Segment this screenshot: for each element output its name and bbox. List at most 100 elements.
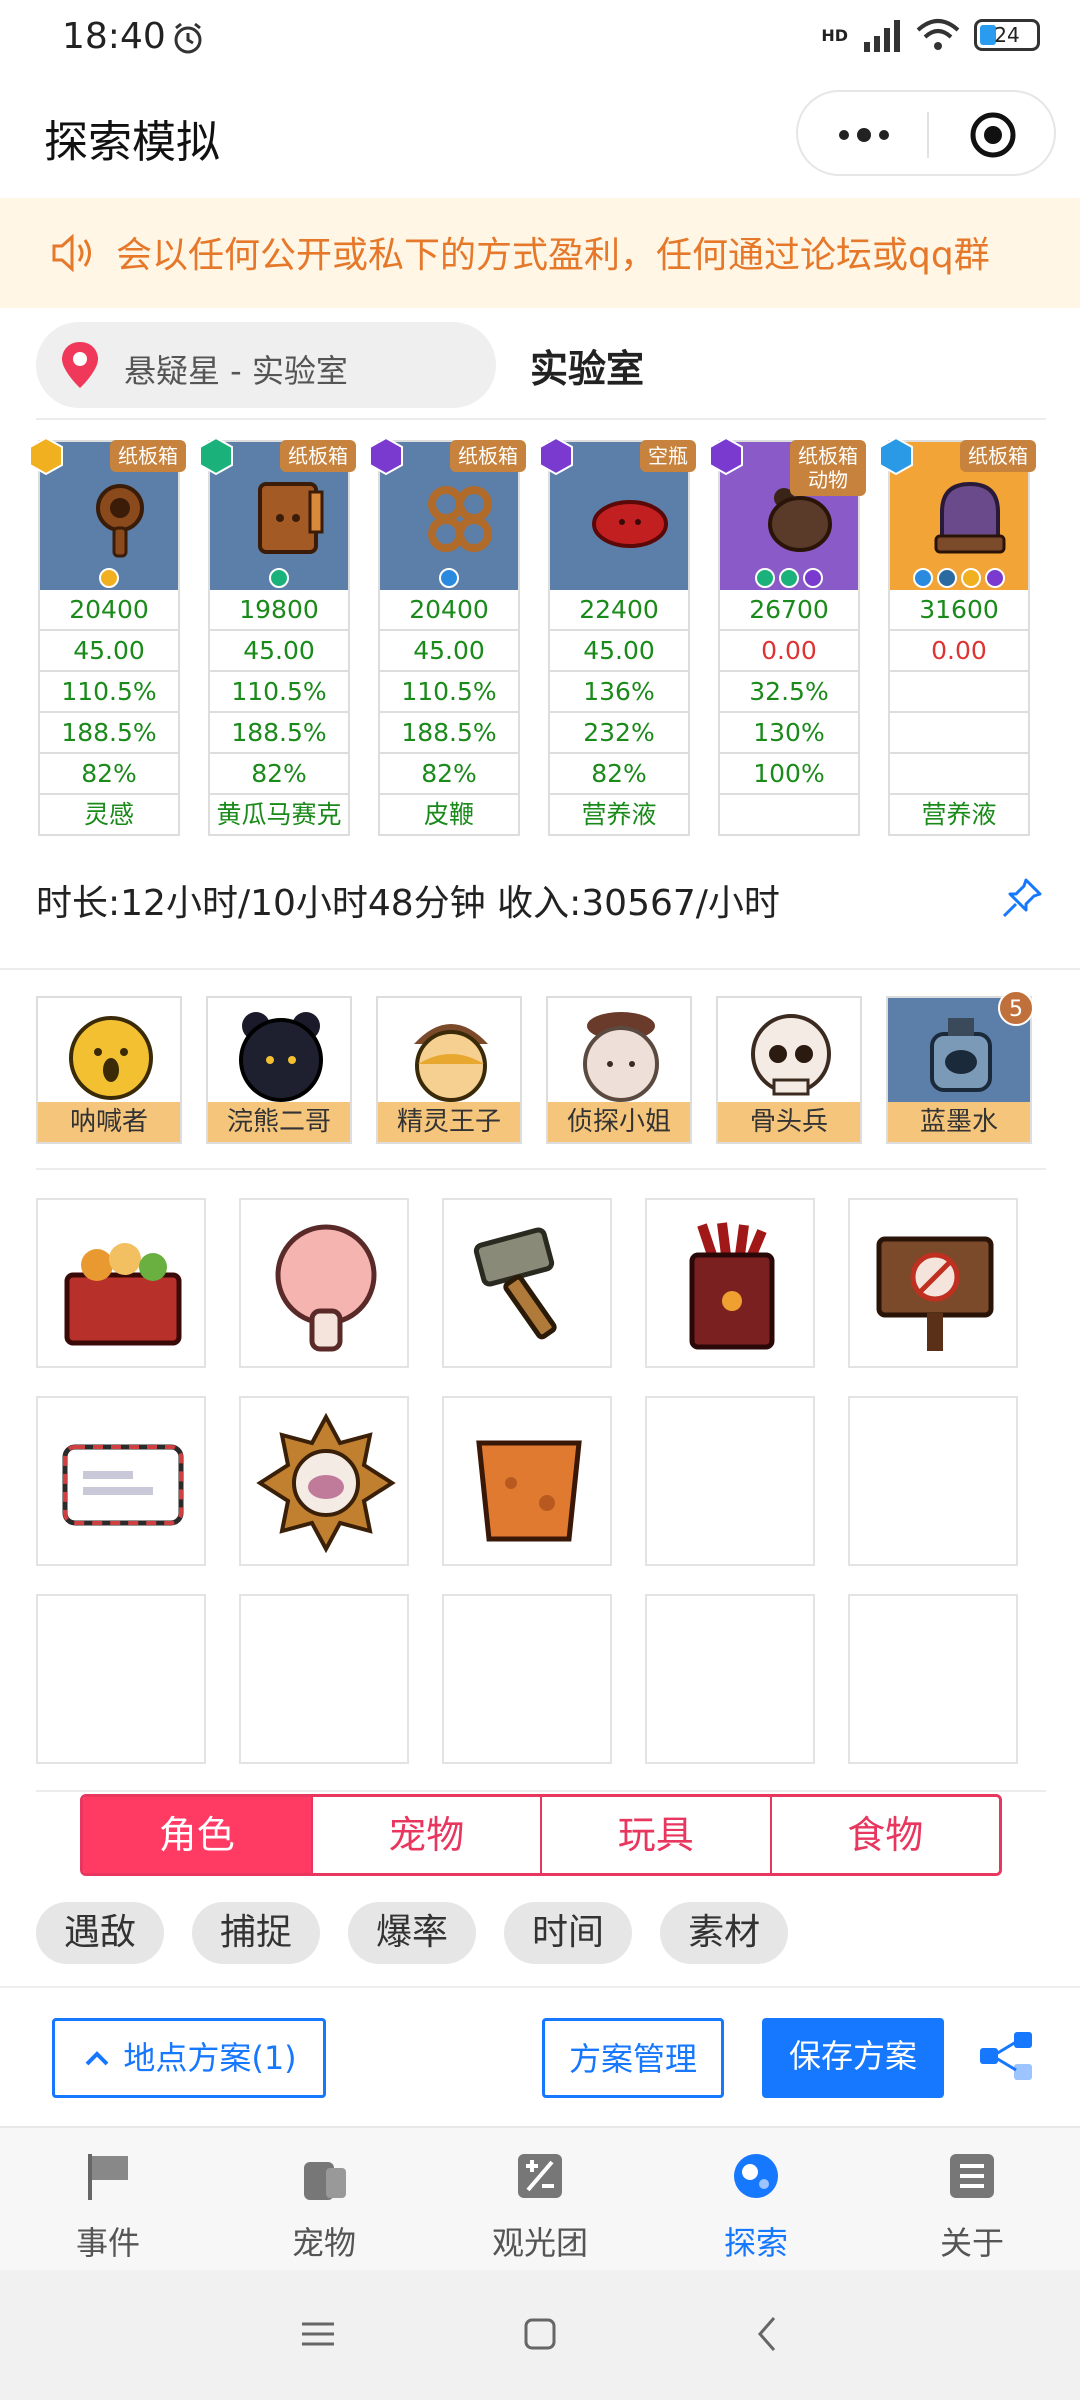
item-slot-empty[interactable] [645, 1396, 815, 1566]
tabbar-item-explore[interactable]: 探索 [648, 2128, 864, 2270]
mushroom-icon [275, 1224, 377, 1352]
item-slot-empty[interactable] [645, 1594, 815, 1764]
paw-box-icon [689, 1222, 775, 1350]
item-slot-empty[interactable] [36, 1594, 206, 1764]
screamer-avatar-icon [69, 1016, 153, 1100]
tab-toys[interactable]: 玩具 [542, 1797, 772, 1873]
character-slot[interactable]: 浣熊二哥 [206, 996, 352, 1144]
card-value: 136% [548, 672, 690, 713]
location-selector[interactable]: 悬疑星 - 实验室 [36, 322, 496, 408]
character-slot[interactable]: 精灵王子 [376, 996, 522, 1144]
character-name: 骨头兵 [718, 1102, 860, 1142]
item-slot[interactable] [442, 1198, 612, 1368]
item-slot[interactable] [848, 1198, 1018, 1368]
card-value: 0.00 [718, 631, 860, 672]
purple-rank-icon [709, 436, 743, 476]
chevron-up-icon [85, 2051, 109, 2066]
tabbar-label: 事件 [75, 2224, 140, 2262]
explore-icon [734, 2154, 778, 2198]
character-list: 呐喊者 浣熊二哥 精灵王子 侦探小姐 骨头兵 蓝墨水 5 [36, 990, 1046, 1144]
item-slot[interactable] [442, 1396, 612, 1566]
tab-pets[interactable]: 宠物 [312, 1797, 542, 1873]
item-slot-empty[interactable] [848, 1396, 1018, 1566]
character-name: 浣熊二哥 [208, 1102, 350, 1142]
home-icon[interactable] [520, 2314, 560, 2354]
green-rank-icon [199, 436, 233, 476]
tab-food[interactable]: 食物 [771, 1797, 999, 1873]
status-right: HD 24 [821, 18, 1040, 52]
card-value: 188.5% [38, 713, 180, 754]
card-value [888, 713, 1030, 754]
share-icon[interactable] [978, 2028, 1034, 2084]
character-slot[interactable]: 蓝墨水 5 [886, 990, 1034, 1144]
character-slot[interactable]: 侦探小姐 [546, 996, 692, 1144]
dome-jar-icon [934, 481, 1006, 554]
item-slot[interactable] [36, 1198, 206, 1368]
bottom-tabbar: 事件 宠物 观光团 探索 关于 [0, 2126, 1080, 2270]
tabbar-item-pets[interactable]: 宠物 [216, 2128, 432, 2270]
blue-rank-icon [879, 436, 913, 476]
hammer-sword-icon [473, 1227, 557, 1340]
location-label: 悬疑星 - 实验室 [124, 352, 348, 390]
item-slot[interactable] [239, 1396, 409, 1566]
card-value: 45.00 [208, 631, 350, 672]
system-navigation-bar [0, 2270, 1080, 2400]
tab-characters[interactable]: 角色 [83, 1797, 313, 1873]
purple-rank-icon [539, 436, 573, 476]
divider [0, 968, 1080, 970]
item-slot-empty[interactable] [239, 1594, 409, 1764]
battery-level: 24 [994, 23, 1020, 47]
tabbar-item-tour[interactable]: 观光团 [432, 2128, 648, 2270]
card-item-name: 灵感 [38, 795, 180, 836]
item-slot[interactable] [645, 1198, 815, 1368]
no-sign-board-icon [876, 1236, 994, 1351]
card-value: 20400 [378, 590, 520, 631]
character-slot[interactable]: 呐喊者 [36, 996, 182, 1144]
chip-material[interactable]: 素材 [660, 1902, 789, 1964]
card-value: 20400 [38, 590, 180, 631]
alarm-icon [174, 22, 202, 54]
close-miniprogram-icon[interactable] [968, 110, 1018, 160]
network-label: HD [821, 25, 848, 45]
chip-encounter[interactable]: 遇敌 [36, 1902, 165, 1964]
divider [36, 418, 1046, 420]
divider [36, 1168, 1046, 1170]
character-slot[interactable]: 骨头兵 [716, 996, 862, 1144]
purple-rank-icon [369, 436, 403, 476]
save-plan-button[interactable]: 保存方案 [762, 2018, 944, 2098]
card-value: 82% [38, 754, 180, 795]
chip-drop-rate[interactable]: 爆率 [348, 1902, 477, 1964]
location-plan-button[interactable]: 地点方案(1) [52, 2018, 326, 2098]
page-title: 探索模拟 [44, 117, 220, 168]
character-name: 侦探小姐 [548, 1102, 690, 1142]
item-slot-empty[interactable] [442, 1594, 612, 1764]
flag-icon [88, 2154, 128, 2200]
tabbar-item-about[interactable]: 关于 [864, 2128, 1080, 2270]
card-value: 32.5% [718, 672, 860, 713]
menu-icon[interactable] [298, 2314, 338, 2354]
card-value: 45.00 [548, 631, 690, 672]
card-value: 19800 [208, 590, 350, 631]
card-tag: 纸板箱 [450, 440, 526, 472]
item-slot[interactable] [36, 1396, 206, 1566]
tabbar-label: 宠物 [291, 2224, 356, 2262]
item-slot[interactable] [239, 1198, 409, 1368]
pin-icon[interactable] [1000, 876, 1044, 920]
plan-manage-button[interactable]: 方案管理 [542, 2018, 724, 2098]
card-tag: 纸板箱 [110, 440, 186, 472]
battery-indicator: 24 [974, 19, 1040, 51]
card-value: 45.00 [378, 631, 520, 672]
card-value: 45.00 [38, 631, 180, 672]
tabbar-item-events[interactable]: 事件 [0, 2128, 216, 2270]
chip-capture[interactable]: 捕捉 [192, 1902, 321, 1964]
item-slot-empty[interactable] [848, 1594, 1018, 1764]
card-tag: 纸板箱 [960, 440, 1036, 472]
card-value: 188.5% [208, 713, 350, 754]
magnifier-icon [96, 484, 144, 558]
location-title: 实验室 [530, 347, 645, 391]
notice-bar: 会以任何公开或私下的方式盈利，任何通过论坛或qq群 [0, 198, 1080, 308]
wifi-icon [916, 19, 960, 50]
chip-time[interactable]: 时间 [504, 1902, 633, 1964]
more-icon[interactable] [834, 118, 894, 152]
back-icon[interactable] [748, 2314, 788, 2354]
